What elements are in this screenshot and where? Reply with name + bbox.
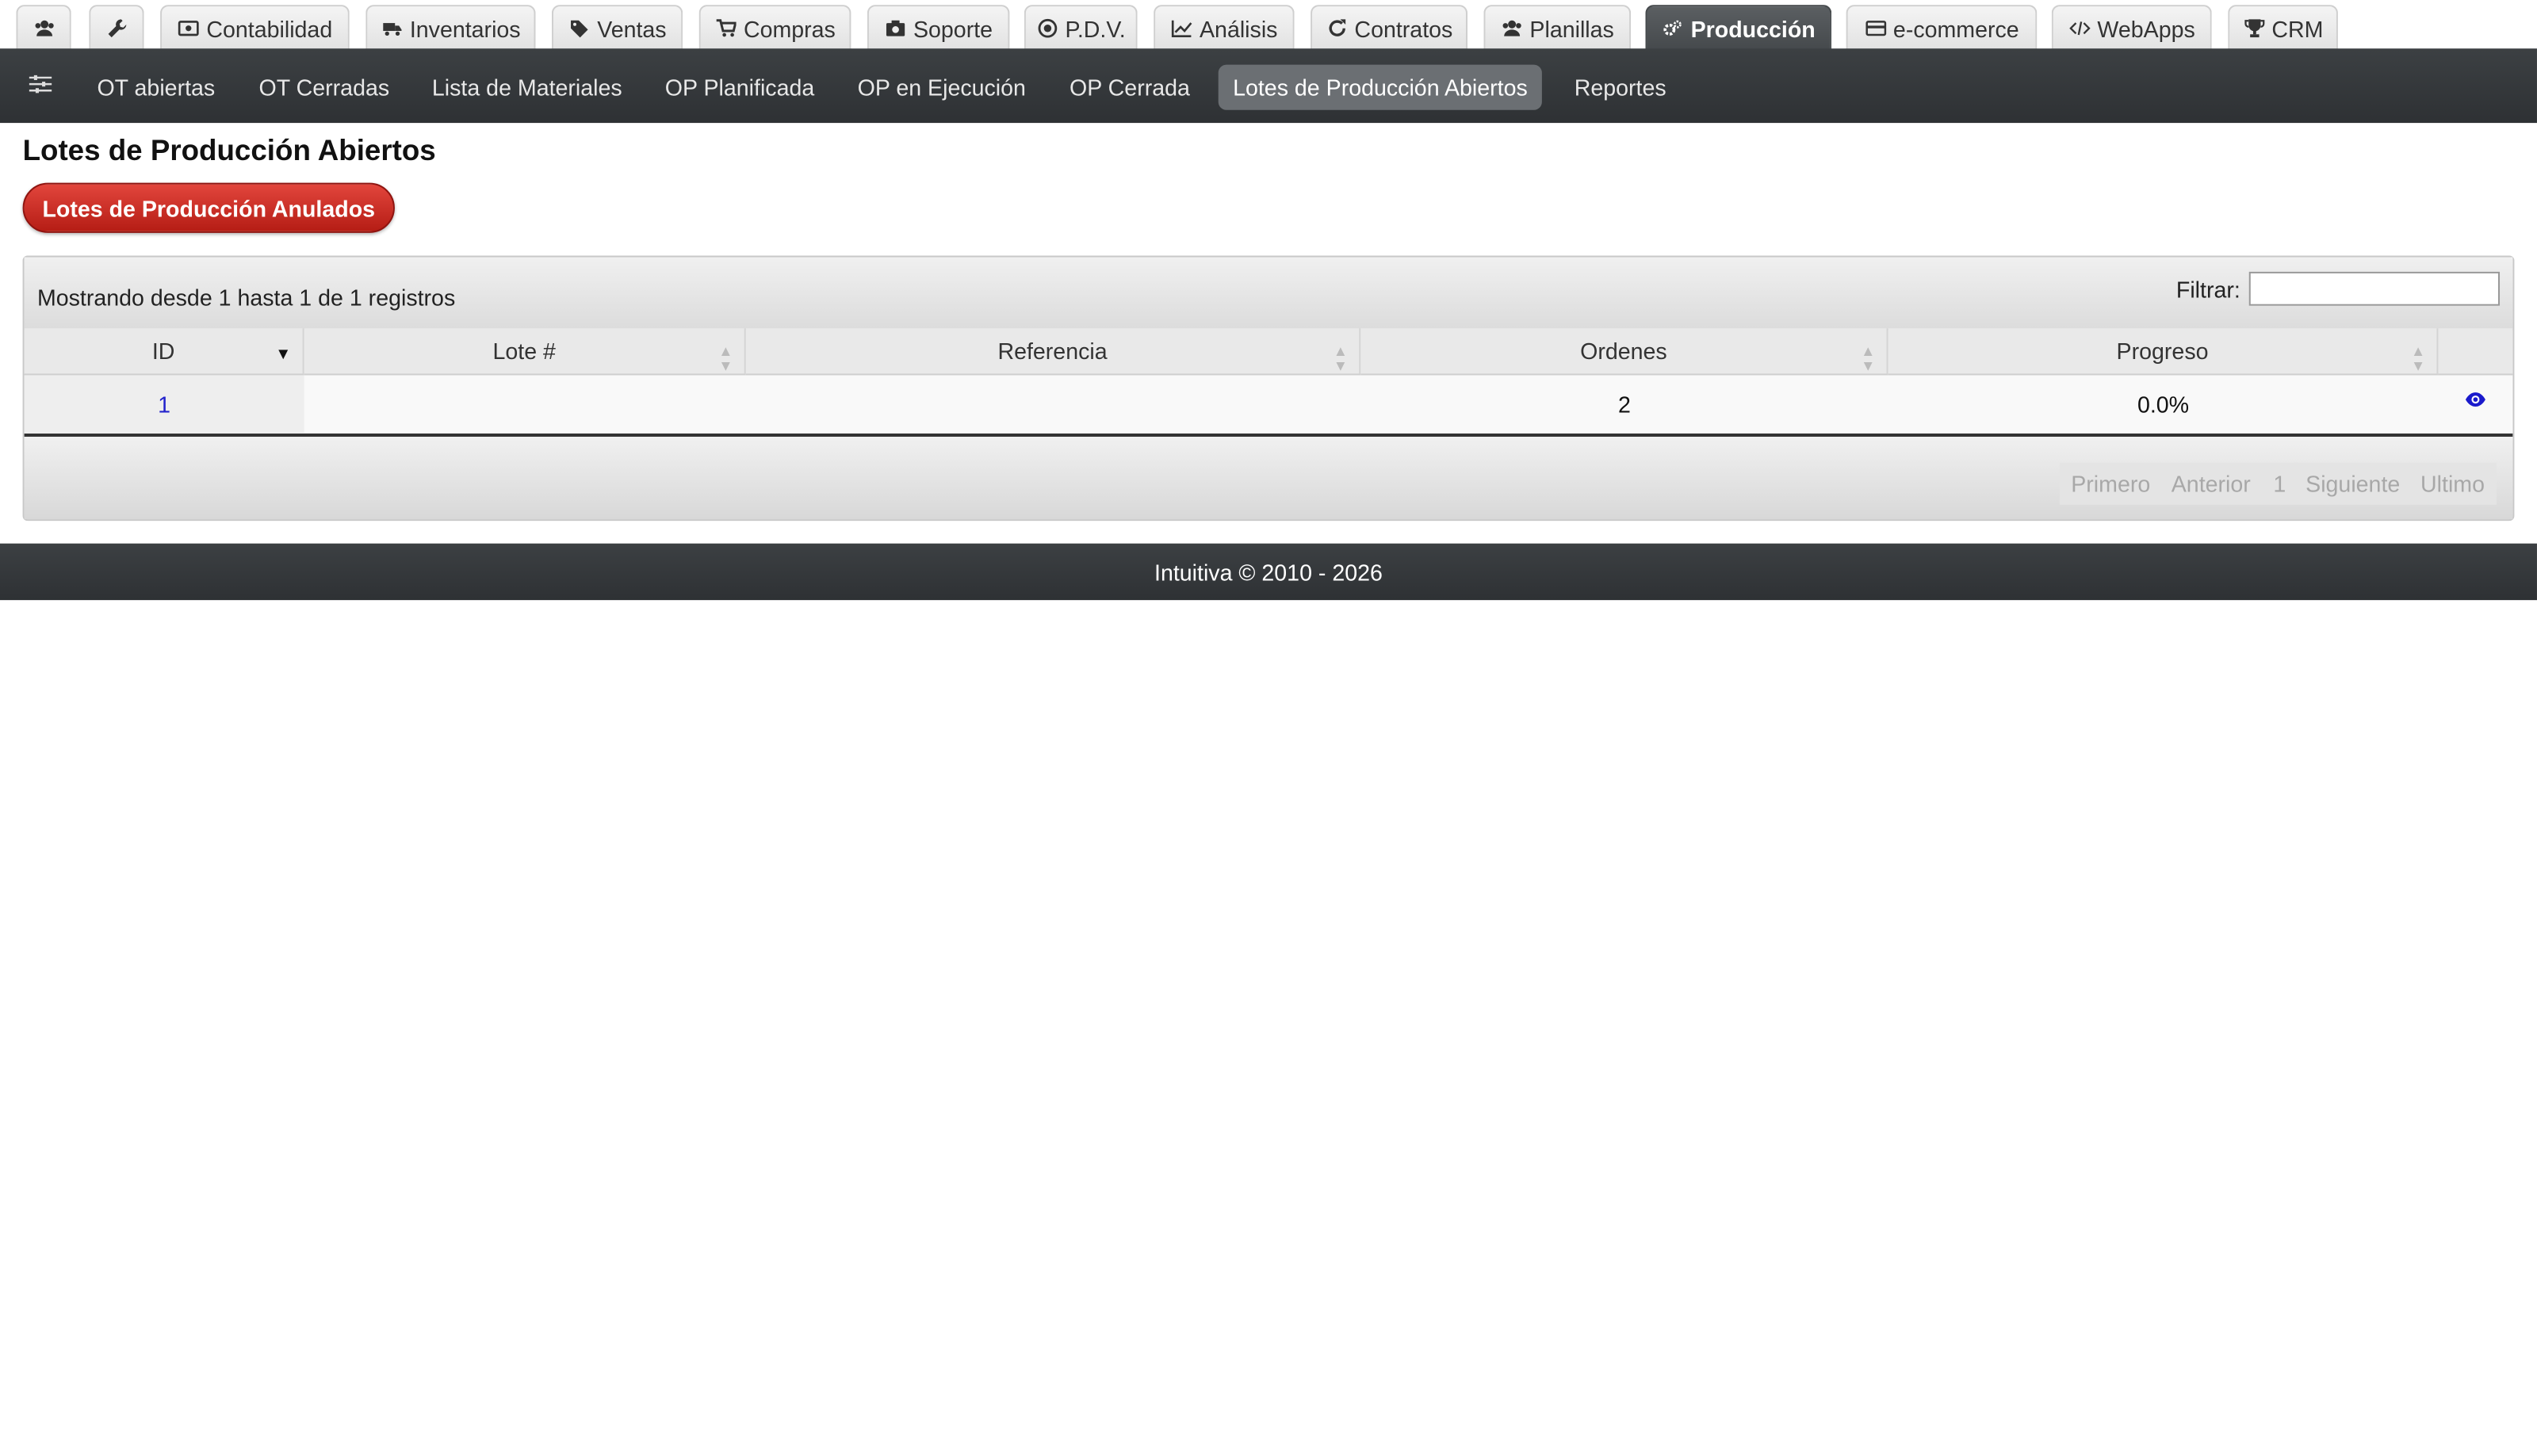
tab-inventarios[interactable]: Inventarios: [365, 5, 536, 51]
users-icon: [1501, 17, 1524, 40]
tab-label: Planillas: [1529, 15, 1614, 42]
cart-icon: [714, 17, 737, 40]
column-header-referencia[interactable]: Referencia ▲ ▼: [745, 328, 1361, 376]
filter-input[interactable]: [2248, 271, 2501, 306]
column-label: ID: [151, 338, 175, 365]
table-toolbar: Mostrando desde 1 hasta 1 de 1 registros…: [24, 257, 2513, 331]
column-header-id[interactable]: ID ▼: [24, 328, 304, 376]
code-icon: [2068, 17, 2091, 40]
tab-soporte[interactable]: Soporte: [867, 5, 1010, 51]
page-footer: Intuitiva © 2010 - 2026: [0, 543, 2537, 601]
sort-icon: ▲ ▼: [1333, 342, 1348, 374]
sort-desc-icon: ▼: [275, 346, 292, 365]
tab-label: Compras: [743, 15, 836, 42]
data-table: Mostrando desde 1 hasta 1 de 1 registros…: [22, 255, 2515, 522]
tab-crm[interactable]: CRM: [2228, 5, 2338, 51]
pager-next[interactable]: Siguiente: [2294, 462, 2412, 505]
money-icon: [178, 17, 201, 40]
tab-label: WebApps: [2097, 15, 2195, 42]
subnav-op-cerrada[interactable]: OP Cerrada: [1070, 65, 1190, 110]
page-title: Lotes de Producción Abiertos: [22, 134, 436, 167]
column-label: Lote #: [492, 338, 556, 365]
records-info: Mostrando desde 1 hasta 1 de 1 registros: [36, 285, 456, 311]
subnav-reportes[interactable]: Reportes: [1575, 65, 1666, 110]
tab-webapps[interactable]: WebApps: [2051, 5, 2212, 51]
tab-contabilidad[interactable]: Contabilidad: [160, 5, 350, 51]
credit-card-icon: [1864, 17, 1887, 40]
column-header-actions: [2438, 328, 2513, 376]
tab-label: P.D.V.: [1065, 15, 1126, 42]
target-icon: [1036, 17, 1059, 40]
eye-icon[interactable]: [2464, 390, 2487, 409]
cell-ordenes: 2: [1617, 391, 1631, 418]
tab-ventas[interactable]: Ventas: [551, 5, 683, 51]
sub-navigation: OT abiertas OT Cerradas Lista de Materia…: [0, 48, 2537, 124]
subnav-ot-cerradas[interactable]: OT Cerradas: [259, 65, 390, 110]
tab-label: Contratos: [1354, 15, 1453, 42]
tab-contratos[interactable]: Contratos: [1311, 5, 1468, 51]
tab-users[interactable]: [16, 5, 71, 51]
footer-text: Intuitiva © 2010 - 2026: [1154, 559, 1383, 585]
column-header-lote[interactable]: Lote # ▲ ▼: [304, 328, 746, 376]
tab-label: CRM: [2271, 15, 2324, 42]
lotes-anulados-button[interactable]: Lotes de Producción Anulados: [22, 182, 395, 233]
filter-label: Filtrar:: [2175, 276, 2240, 303]
page: Contabilidad Inventarios Ventas Compras …: [0, 0, 2537, 1456]
camera-icon: [884, 17, 907, 40]
tab-tools[interactable]: [89, 5, 144, 51]
tab-label: Contabilidad: [206, 15, 333, 42]
pager-previous[interactable]: Anterior: [2160, 462, 2263, 505]
sort-icon: ▲ ▼: [1861, 342, 1876, 374]
cell-id[interactable]: 1: [24, 375, 304, 434]
tab-label: Ventas: [597, 15, 667, 42]
cell-lote: [304, 375, 746, 433]
column-label: Progreso: [2116, 338, 2209, 365]
subnav-lotes-abiertos[interactable]: Lotes de Producción Abiertos: [1218, 64, 1543, 110]
tab-pdv[interactable]: P.D.V.: [1024, 5, 1138, 51]
table-footer: Primero Anterior 1 Siguiente Ultimo: [24, 437, 2513, 520]
tab-label: Soporte: [913, 15, 993, 42]
subnav-lista-materiales[interactable]: Lista de Materiales: [432, 65, 622, 110]
refresh-icon: [1326, 17, 1349, 40]
tab-label: Inventarios: [409, 15, 521, 42]
tab-label: e-commerce: [1892, 15, 2019, 42]
subnav-ot-abiertas[interactable]: OT abiertas: [97, 65, 215, 110]
chart-line-icon: [1170, 17, 1193, 40]
pager-page-1[interactable]: 1: [2262, 462, 2298, 505]
tags-icon: [568, 17, 591, 40]
sliders-icon[interactable]: [29, 75, 52, 94]
tab-label: Producción: [1690, 15, 1816, 42]
truck-icon: [381, 17, 404, 40]
column-label: Ordenes: [1580, 338, 1667, 365]
sort-icon: ▲ ▼: [718, 342, 733, 374]
cell-progreso: 0.0%: [2137, 391, 2190, 418]
cell-referencia: [746, 375, 1361, 433]
wrench-icon: [105, 17, 128, 40]
column-header-progreso[interactable]: Progreso ▲ ▼: [1888, 328, 2439, 376]
column-label: Referencia: [997, 338, 1108, 365]
cogs-icon: [1662, 17, 1685, 40]
table-row: 1 2 0.0%: [24, 375, 2513, 438]
tab-produccion[interactable]: Producción: [1645, 5, 1832, 51]
users-icon: [33, 17, 55, 40]
pager-last[interactable]: Ultimo: [2409, 462, 2497, 505]
pager-first[interactable]: Primero: [2059, 462, 2162, 505]
subnav-op-ejecucion[interactable]: OP en Ejecución: [858, 65, 1026, 110]
subnav-op-planificada[interactable]: OP Planificada: [665, 65, 814, 110]
column-header-ordenes[interactable]: Ordenes ▲ ▼: [1360, 328, 1888, 376]
tab-ecommerce[interactable]: e-commerce: [1846, 5, 2038, 51]
tab-analisis[interactable]: Análisis: [1154, 5, 1295, 51]
module-tabs: Contabilidad Inventarios Ventas Compras …: [0, 0, 2537, 51]
trophy-icon: [2243, 17, 2266, 40]
tab-label: Análisis: [1199, 15, 1278, 42]
tab-planillas[interactable]: Planillas: [1483, 5, 1632, 51]
tab-compras[interactable]: Compras: [698, 5, 851, 51]
sort-icon: ▲ ▼: [2410, 342, 2426, 374]
